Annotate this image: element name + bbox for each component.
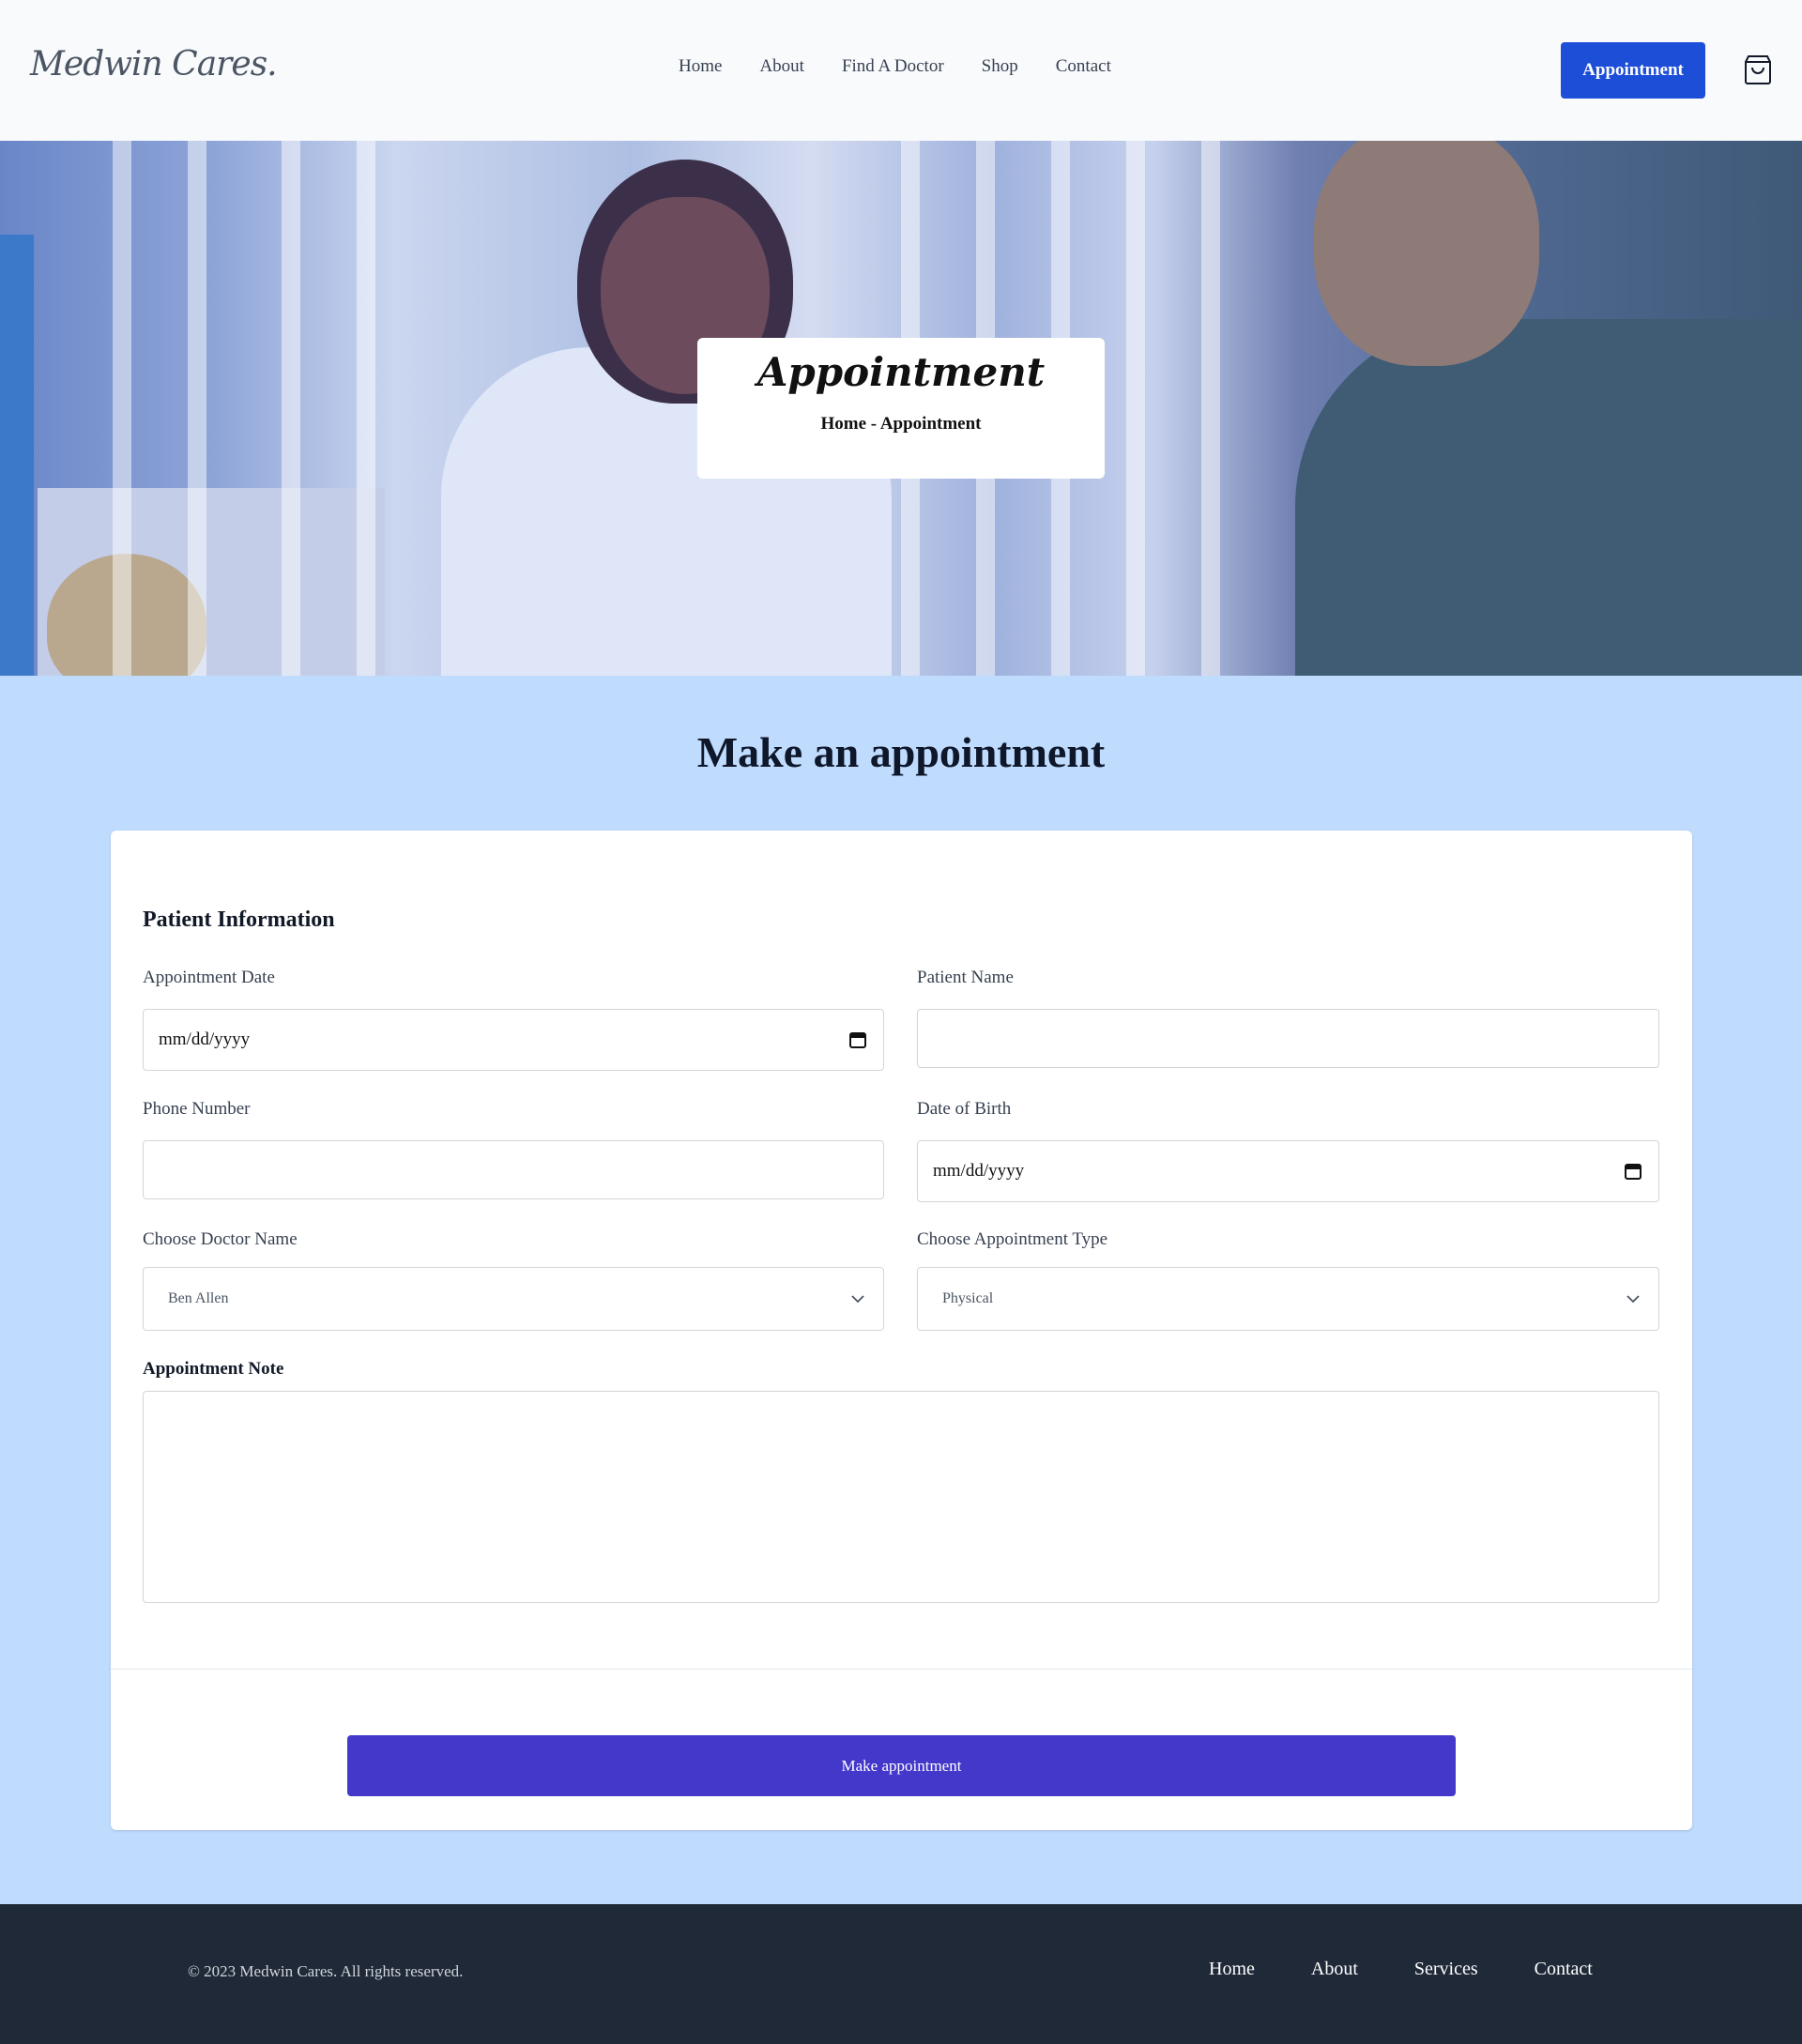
nav-item-shop[interactable]: Shop (982, 56, 1018, 77)
doctor-name-label: Choose Doctor Name (143, 1229, 298, 1249)
chevron-down-icon (1626, 1295, 1640, 1304)
chevron-down-icon (851, 1295, 864, 1304)
section-title: Patient Information (143, 908, 335, 932)
site-header: Medwin Cares. Home About Find A Doctor S… (0, 0, 1802, 141)
hero-title-card: Appointment Home - Appointment (697, 338, 1105, 479)
copyright-text: © 2023 Medwin Cares. All rights reserved… (188, 1962, 464, 1980)
appointment-note-label: Appointment Note (143, 1359, 284, 1379)
phone-number-input[interactable] (143, 1140, 884, 1199)
hero-patient-shape (1295, 319, 1802, 676)
patient-name-input[interactable] (917, 1009, 1659, 1068)
hero-patient-head-shape (1314, 141, 1539, 366)
brand-logo[interactable]: Medwin Cares. (30, 45, 278, 84)
appointment-note-textarea[interactable] (143, 1391, 1659, 1603)
hero-title: Appointment (756, 349, 1046, 395)
hero-blind (113, 141, 131, 676)
phone-number-label: Phone Number (143, 1099, 251, 1119)
appointment-type-label: Choose Appointment Type (917, 1229, 1108, 1249)
appointment-date-input[interactable]: mm/dd/yyyy (143, 1009, 884, 1071)
appointment-button[interactable]: Appointment (1561, 42, 1705, 99)
footer-link-about[interactable]: About (1311, 1959, 1358, 1980)
nav-item-home[interactable]: Home (679, 56, 722, 77)
make-appointment-button[interactable]: Make appointment (347, 1735, 1456, 1796)
doctor-name-select[interactable]: Ben Allen (143, 1267, 884, 1331)
nav-item-contact[interactable]: Contact (1056, 56, 1111, 77)
site-footer: © 2023 Medwin Cares. All rights reserved… (0, 1904, 1802, 2044)
date-of-birth-input[interactable]: mm/dd/yyyy (917, 1140, 1659, 1202)
hero-blind (282, 141, 300, 676)
calendar-icon[interactable] (848, 1030, 868, 1050)
form-divider (111, 1669, 1692, 1670)
nav-item-about[interactable]: About (759, 56, 804, 77)
hero-monitor-shape (0, 235, 34, 676)
appointment-form: Patient Information Appointment Date mm/… (111, 831, 1692, 1830)
patient-name-label: Patient Name (917, 968, 1014, 987)
footer-nav: Home About Services Contact (1209, 1959, 1593, 1980)
appointment-date-label: Appointment Date (143, 968, 275, 987)
footer-link-contact[interactable]: Contact (1535, 1959, 1593, 1980)
shopping-bag-icon[interactable] (1741, 53, 1775, 86)
calendar-icon[interactable] (1623, 1161, 1643, 1182)
hero-blind (1126, 141, 1145, 676)
footer-link-services[interactable]: Services (1414, 1959, 1478, 1980)
main-nav: Home About Find A Doctor Shop Contact (679, 56, 1111, 77)
hero-blind (1201, 141, 1220, 676)
nav-item-find-a-doctor[interactable]: Find A Doctor (842, 56, 944, 77)
date-of-birth-label: Date of Birth (917, 1099, 1012, 1119)
hero-blind (188, 141, 206, 676)
hero-blind (357, 141, 375, 676)
page-title: Make an appointment (696, 728, 1106, 776)
footer-link-home[interactable]: Home (1209, 1959, 1255, 1980)
breadcrumb: Home - Appointment (820, 414, 982, 434)
appointment-type-select[interactable]: Physical (917, 1267, 1659, 1331)
